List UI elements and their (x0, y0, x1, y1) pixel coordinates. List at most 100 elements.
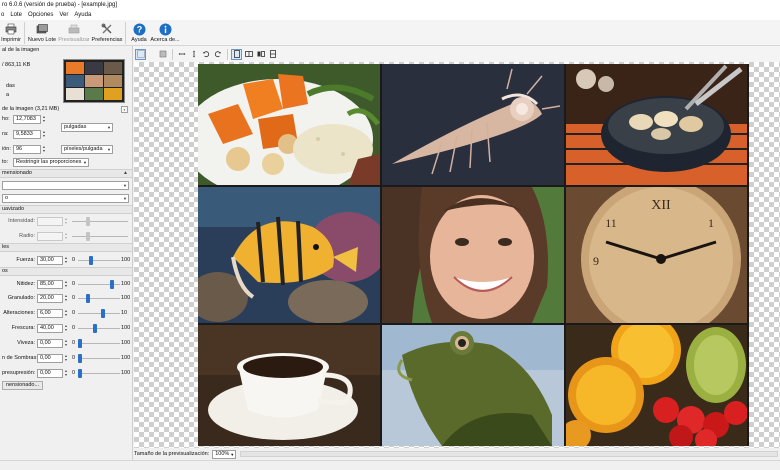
preferences-button[interactable]: Preferencias (91, 20, 123, 46)
shadows-slider[interactable] (78, 354, 120, 363)
artifacts-slider[interactable] (78, 309, 120, 318)
radius-spinner[interactable]: ▲ ▼ (63, 232, 69, 241)
height-input[interactable]: 9,5833 (13, 130, 41, 139)
width-spinner[interactable]: ▲ ▼ (41, 115, 47, 124)
shadows-max: 100 (121, 355, 131, 361)
sharpness-spinner[interactable]: ▲ ▼ (63, 280, 69, 289)
method-select[interactable]: o ▼ (2, 194, 129, 203)
menu-help[interactable]: Ayuda (74, 10, 91, 20)
fresh-input[interactable]: 40,00 (37, 324, 63, 333)
horizontal-scrollbar[interactable] (240, 451, 778, 457)
about-button[interactable]: Acerca de... (150, 20, 180, 46)
option-radio-1[interactable]: das (6, 83, 15, 90)
precompress-label: presupresión: (2, 370, 36, 376)
resolution-spinner[interactable]: ▲ ▼ (41, 145, 47, 154)
strength-input[interactable]: 30,00 (37, 256, 63, 265)
grain-slider[interactable] (78, 294, 120, 303)
artifacts-max: 10 (121, 310, 128, 316)
slider-track (78, 373, 120, 374)
slider-thumb[interactable] (101, 309, 105, 318)
chevron-down-icon: ▼ (107, 125, 111, 130)
resolution-input[interactable]: 96 (13, 145, 41, 154)
photo-fish (198, 187, 380, 323)
slider-thumb[interactable] (78, 339, 82, 348)
width-input[interactable]: 12,7083 (13, 115, 41, 124)
noise-group-header[interactable]: les (0, 243, 132, 252)
fresh-spinner[interactable]: ▲ ▼ (63, 324, 69, 333)
slider-thumb[interactable] (78, 354, 82, 363)
more-button[interactable]: ▪ (121, 106, 128, 113)
chevron-down-icon: ▼ (107, 147, 111, 152)
strength-slider[interactable] (78, 256, 120, 265)
grain-input[interactable]: 20,00 (37, 294, 63, 303)
fresh-slider[interactable] (78, 324, 120, 333)
vivid-input[interactable]: 0,00 (37, 339, 63, 348)
grain-spinner[interactable]: ▲ ▼ (63, 294, 69, 303)
menu-batch[interactable]: Lote (10, 10, 22, 20)
quality-group-header[interactable]: os (0, 267, 132, 276)
artifacts-input[interactable]: 6,00 (37, 309, 63, 318)
preview-button[interactable]: Previsualizar (57, 20, 91, 46)
radius-label: Radio: (19, 233, 35, 239)
filter-select[interactable]: ▼ (2, 181, 129, 190)
radius-slider[interactable] (72, 232, 128, 241)
new-batch-button[interactable]: Nuevo Lote (27, 20, 57, 46)
shadows-min: 0 (72, 355, 76, 361)
slider-thumb[interactable] (110, 280, 114, 289)
precompress-input[interactable]: 0,00 (37, 369, 63, 378)
intensity-spinner[interactable]: ▲ ▼ (63, 217, 69, 226)
preview-canvas[interactable]: XII 11 9 1 (134, 62, 780, 448)
menu-view[interactable]: Ver (59, 10, 68, 20)
intensity-input[interactable] (37, 217, 63, 226)
height-spinner[interactable]: ▲ ▼ (41, 130, 47, 139)
crop-tool-button[interactable] (157, 49, 168, 60)
menu-options[interactable]: Opciones (28, 10, 53, 20)
shadows-spinner[interactable]: ▲ ▼ (63, 354, 69, 363)
slider-thumb[interactable] (93, 324, 97, 333)
help-button[interactable]: ? Ayuda (128, 20, 150, 46)
preview-size-label: Tamaño de la previsualización: (134, 450, 210, 457)
menu-file[interactable]: o (1, 10, 4, 20)
radius-input[interactable] (37, 232, 63, 241)
slider-track (78, 328, 120, 329)
shadows-label: n de Sombras: (2, 355, 38, 361)
unit-select[interactable]: pulgadas ▼ (61, 123, 113, 132)
artifacts-min: 0 (72, 310, 76, 316)
sharpness-input[interactable]: 85,00 (37, 280, 63, 289)
strength-spinner[interactable]: ▲ ▼ (63, 256, 69, 265)
slider-thumb[interactable] (78, 369, 82, 378)
rotate-left-button[interactable] (200, 49, 211, 60)
view-stack-button[interactable] (267, 49, 278, 60)
sharpness-slider[interactable] (78, 280, 120, 289)
zoom-select[interactable]: 100% ▼ (212, 449, 237, 459)
resample-button[interactable]: nensionado... (2, 381, 44, 390)
resolution-unit-select[interactable]: píxeles/pulgada ▼ (61, 145, 113, 154)
select-tool-button[interactable] (135, 48, 146, 60)
option-radio-2[interactable]: a (6, 92, 9, 99)
fit-width-button[interactable] (176, 49, 187, 60)
sharpen-group-header[interactable]: uavizado (0, 205, 132, 214)
precompress-slider[interactable] (78, 369, 120, 378)
fit-height-button[interactable] (188, 49, 199, 60)
intensity-slider[interactable] (72, 217, 128, 226)
original-size-text: / 863,11 KB (2, 62, 31, 68)
strength-min: 0 (72, 257, 76, 263)
rotate-right-button[interactable] (212, 49, 223, 60)
view-compare-button[interactable] (255, 49, 266, 60)
slider-thumb[interactable] (86, 217, 90, 226)
view-split-button[interactable] (243, 49, 254, 60)
grain-max: 100 (121, 295, 131, 301)
vivid-spinner[interactable]: ▲ ▼ (63, 339, 69, 348)
precompress-spinner[interactable]: ▲ ▼ (63, 369, 69, 378)
view-single-button[interactable] (231, 48, 242, 60)
slider-track (72, 236, 128, 237)
vivid-slider[interactable] (78, 339, 120, 348)
resample-group-header[interactable]: mensionado ▲ (0, 169, 132, 178)
aspect-select[interactable]: Restringir las proporciones ▼ (13, 158, 89, 167)
slider-thumb[interactable] (89, 256, 93, 265)
shadows-input[interactable]: 0,00 (37, 354, 63, 363)
artifacts-spinner[interactable]: ▲ ▼ (63, 309, 69, 318)
print-button[interactable]: Imprimir (0, 20, 22, 46)
slider-thumb[interactable] (86, 294, 90, 303)
slider-thumb[interactable] (86, 232, 90, 241)
